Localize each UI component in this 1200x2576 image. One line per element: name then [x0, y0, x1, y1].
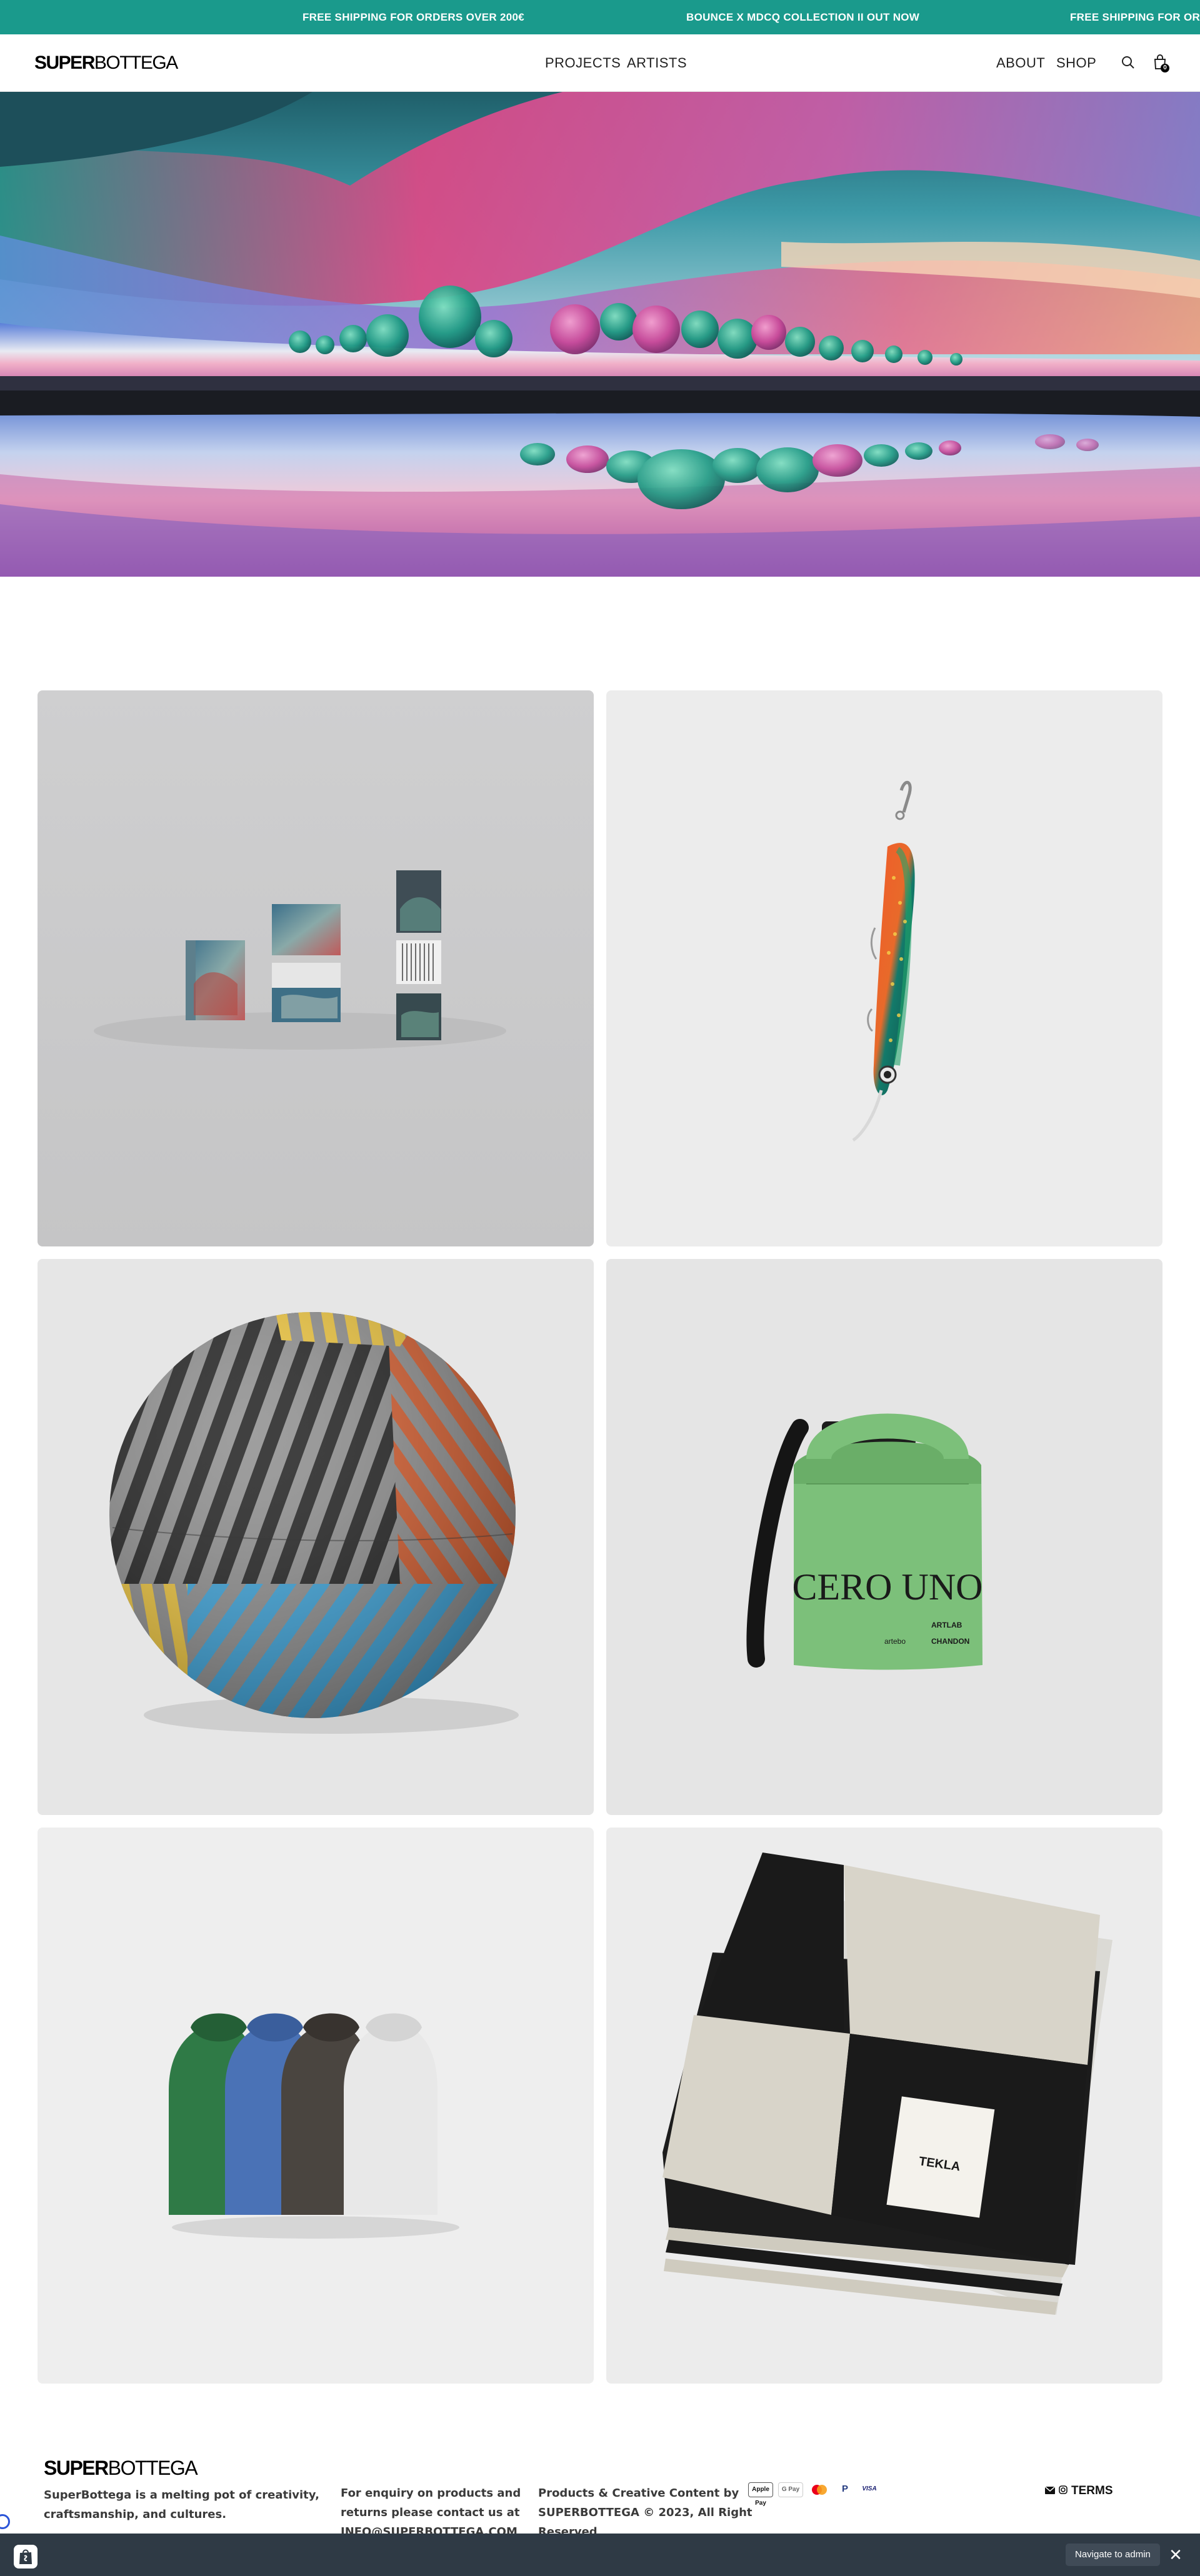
landscape-painting: [0, 92, 1200, 577]
footer-about: SuperBottega is a melting pot of creativ…: [44, 2485, 319, 2524]
product-tile[interactable]: [38, 1259, 594, 1815]
footer-about-line: SuperBottega is a melting pot of creativ…: [44, 2489, 319, 2502]
product-tile[interactable]: [606, 690, 1162, 1246]
product-tile[interactable]: TEKLA: [606, 1828, 1162, 2384]
instagram-icon[interactable]: [1059, 2484, 1068, 2498]
announcement-message[interactable]: BOUNCE X MDCQ COLLECTION II OUT NOW: [686, 0, 919, 34]
footer-about-line: craftsmanship, and cultures.: [44, 2508, 227, 2521]
product-tile[interactable]: [38, 1828, 594, 2384]
shopping-bag-icon[interactable]: 0: [1149, 51, 1171, 74]
product-tile[interactable]: [38, 690, 594, 1246]
striped-ball: [38, 1259, 594, 1815]
cart-count: 0: [1163, 64, 1167, 71]
search-icon[interactable]: [1117, 51, 1139, 74]
announcement-message[interactable]: FREE SHIPPING FOR ORDERS OVER 200€: [302, 0, 524, 34]
nav-about[interactable]: ABOUT: [996, 55, 1045, 71]
nav-projects[interactable]: PROJECTS: [545, 55, 621, 71]
site-logo[interactable]: SUPERBOTTEGA: [34, 52, 178, 74]
google-pay-icon: G Pay: [778, 2482, 803, 2497]
site-header: SUPERBOTTEGA PROJECTS ARTISTS ABOUT SHOP…: [0, 34, 1200, 92]
nav-shop[interactable]: SHOP: [1056, 55, 1096, 71]
bag-sponsor: ARTLAB: [931, 1621, 962, 1629]
mail-icon[interactable]: [1044, 2484, 1056, 2498]
fishing-lure: [606, 690, 1162, 1246]
bag-sponsor: artebo: [884, 1637, 906, 1646]
site-footer: SUPERBOTTEGA SuperBottega is a melting p…: [0, 2437, 1200, 2539]
bag-sponsor: CHANDON: [931, 1637, 969, 1646]
footer-rights-line: SUPERBOTTEGA © 2023, All Right: [538, 2506, 752, 2519]
paypal-icon: P: [841, 2484, 848, 2494]
logo-bold: SUPER: [34, 52, 95, 73]
bag-print: CERO UNO: [792, 1566, 982, 1608]
announcement-bar: FREE SHIPPING FOR ORDERS OVER 200€ BOUNC…: [0, 0, 1200, 34]
hero-banner[interactable]: [0, 92, 1200, 577]
boxes-product-mockup: [38, 690, 594, 1246]
logo-light: BOTTEGA: [108, 2457, 198, 2479]
tekla-blanket: TEKLA: [606, 1828, 1162, 2384]
footer-logo[interactable]: SUPERBOTTEGA: [44, 2457, 198, 2480]
terms-label: TERMS: [1071, 2484, 1113, 2497]
footer-enquiry-line: For enquiry on products and: [341, 2487, 521, 2500]
logo-light: BOTTEGA: [94, 52, 178, 73]
admin-bar: Navigate to admin ✕: [0, 2534, 1200, 2576]
apple-pay-icon: Apple Pay: [748, 2482, 773, 2507]
visa-icon: VISA: [862, 2485, 877, 2492]
footer-rights-line: Products & Creative Content by: [538, 2487, 739, 2500]
navigate-to-admin-button[interactable]: Navigate to admin: [1066, 2544, 1160, 2566]
hoodies: [38, 1828, 594, 2384]
footer-enquiry-line: returns please contact us at: [341, 2506, 520, 2519]
mastercard-icon: [808, 2482, 831, 2497]
logo-bold: SUPER: [44, 2457, 109, 2479]
terms-link[interactable]: TERMS: [1044, 2482, 1113, 2500]
announcement-message[interactable]: FREE SHIPPING FOR ORDERS OVER 200€: [1070, 0, 1200, 34]
nav-artists[interactable]: ARTISTS: [627, 55, 687, 71]
shopify-bag-icon[interactable]: [14, 2545, 38, 2569]
close-icon[interactable]: ✕: [1165, 2544, 1186, 2565]
green-dry-bag: CERO UNO ARTLAB CHANDON artebo: [606, 1259, 1162, 1815]
product-tile[interactable]: CERO UNO ARTLAB CHANDON artebo: [606, 1259, 1162, 1815]
